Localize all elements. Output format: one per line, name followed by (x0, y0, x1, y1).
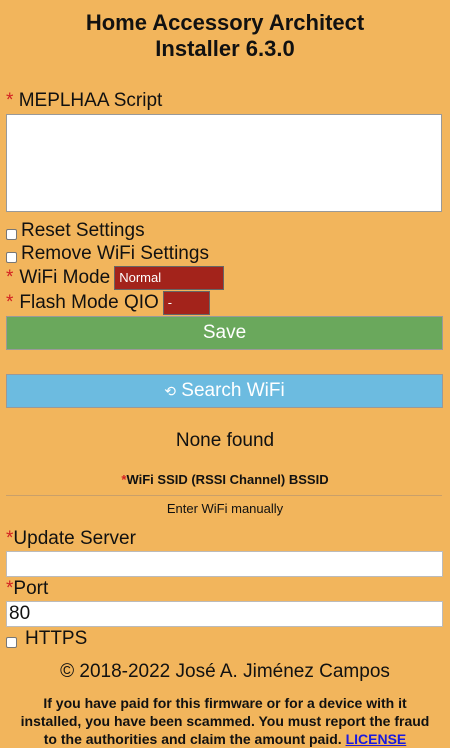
https-checkbox[interactable] (6, 636, 17, 648)
script-textarea[interactable] (6, 114, 442, 212)
warning-line-1: If you have paid for this firmware or fo… (43, 695, 407, 711)
script-label-text: MEPLHAA Script (18, 90, 163, 111)
wifi-mode-label: WiFi Mode (19, 267, 111, 288)
remove-wifi-label: Remove WiFi Settings (21, 243, 209, 264)
flash-mode-row: * Flash Mode QIO - (6, 291, 210, 315)
port-label: *Port (6, 578, 48, 600)
wifi-ssid-header-text: WiFi SSID (RSSI Channel) BSSID (126, 472, 329, 487)
https-label: HTTPS (25, 628, 88, 649)
update-server-label-text: Update Server (13, 528, 136, 549)
reset-settings-checkbox[interactable] (6, 228, 17, 240)
search-wifi-label: Search WiFi (181, 380, 285, 401)
warning-line-3: to the authorities and claim the amount … (0, 730, 450, 748)
wifi-mode-select[interactable]: Normal (114, 266, 225, 290)
reset-settings-row: Reset Settings (6, 220, 145, 242)
update-server-input[interactable] (6, 551, 443, 577)
scam-warning: If you have paid for this firmware or fo… (0, 694, 450, 748)
remove-wifi-checkbox[interactable] (6, 251, 17, 263)
port-label-text: Port (13, 578, 49, 599)
required-marker: * (6, 292, 14, 313)
required-marker: * (6, 90, 14, 111)
copyright: © 2018-2022 José A. Jiménez Campos (60, 661, 390, 682)
wifi-ssid-header: *WiFi SSID (RSSI Channel) BSSID (0, 472, 450, 487)
warning-line-3-text: to the authorities and claim the amount … (43, 731, 342, 747)
wifi-mode-row: * WiFi Mode Normal (6, 266, 225, 290)
enter-wifi-manually-link[interactable]: Enter WiFi manually (0, 501, 450, 516)
https-row: HTTPS (6, 628, 87, 650)
port-input[interactable]: 80 (6, 601, 443, 627)
title-line-2: Installer 6.3.0 (155, 36, 295, 61)
warning-line-2: installed, you have been scammed. You mu… (20, 713, 430, 729)
license-link[interactable]: LICENSE (346, 731, 407, 747)
required-marker: * (6, 267, 14, 288)
reset-settings-label: Reset Settings (21, 220, 145, 241)
page-title: Home Accessory Architect Installer 6.3.0 (0, 10, 450, 62)
flash-mode-select[interactable]: - (162, 291, 210, 315)
title-line-1: Home Accessory Architect (85, 10, 365, 35)
update-server-label: *Update Server (6, 528, 136, 550)
divider (6, 495, 442, 496)
search-wifi-button[interactable]: ⟲ Search WiFi (6, 374, 443, 408)
refresh-icon: ⟲ (164, 383, 176, 399)
remove-wifi-row: Remove WiFi Settings (6, 243, 209, 265)
save-button[interactable]: Save (6, 316, 443, 350)
flash-mode-label: Flash Mode QIO (19, 292, 159, 313)
script-label: * MEPLHAA Script (6, 90, 162, 112)
wifi-status: None found (175, 430, 275, 451)
